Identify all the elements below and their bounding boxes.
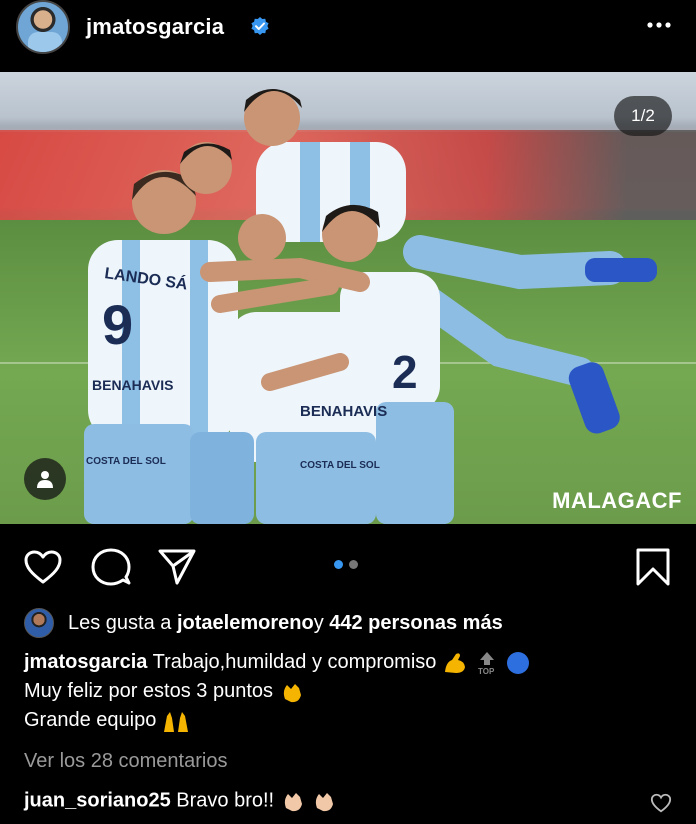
comment-username[interactable]: juan_soriano25 [24, 789, 171, 811]
svg-text:COSTA DEL SOL: COSTA DEL SOL [300, 460, 380, 471]
likes-others[interactable]: 442 personas más [329, 612, 502, 635]
comment-text: Bravo bro!! [176, 789, 275, 812]
share-button[interactable] [156, 546, 198, 588]
comment-like-icon[interactable] [650, 792, 672, 814]
top-arrow-icon: TOP [478, 651, 495, 676]
liker-avatar [24, 608, 54, 638]
likes-summary[interactable]: Les gusta a jotaelemoreno y 442 personas… [24, 606, 503, 640]
likes-middle: y [313, 611, 324, 634]
caption-line-1: Trabajo,humildad y compromiso [152, 651, 437, 673]
heart-outline-icon [24, 550, 62, 584]
clapping-hands-icon [283, 683, 301, 702]
post-header: jmatosgarcia [0, 0, 696, 72]
svg-text:2: 2 [392, 346, 418, 398]
comment-item: juan_soriano25 Bravo bro!! [24, 788, 337, 814]
verified-badge-icon [251, 17, 269, 35]
comment-bubble-icon [91, 548, 131, 586]
like-button[interactable] [22, 546, 64, 588]
liker-username[interactable]: jotaelemoreno [177, 612, 314, 635]
view-all-comments-link[interactable]: Ver los 28 comentarios [24, 750, 227, 773]
person-icon [37, 471, 53, 488]
svg-text:BENAHAVIS: BENAHAVIS [300, 403, 387, 420]
caption-line-3: Grande equipo [24, 709, 157, 731]
paper-plane-icon [158, 549, 196, 585]
caption-author[interactable]: jmatosgarcia [24, 651, 147, 673]
blue-circle-icon [507, 651, 530, 674]
svg-text:TOP: TOP [478, 667, 495, 676]
user-tags-button[interactable] [24, 458, 66, 500]
players-illustration: LANDO SÁ 9 BENAHAVIS BENAHAVIS 2 COSTA D… [84, 89, 657, 524]
carousel-indicator [334, 560, 358, 569]
svg-text:9: 9 [102, 293, 133, 356]
save-button[interactable] [632, 546, 674, 588]
post-caption: jmatosgarcia Trabajo,humildad y compromi… [24, 648, 674, 735]
flexed-biceps-icon [444, 653, 465, 673]
caption-line-2: Muy feliz por estos 3 puntos [24, 680, 274, 702]
carousel-dot [349, 560, 358, 569]
media-counter: 1/2 [614, 96, 672, 136]
comment-button[interactable] [90, 546, 132, 588]
carousel-dot-active [334, 560, 343, 569]
profile-avatar[interactable] [16, 0, 70, 54]
svg-text:BENAHAVIS: BENAHAVIS [92, 377, 173, 393]
post-photo[interactable]: LANDO SÁ 9 BENAHAVIS BENAHAVIS 2 COSTA D… [0, 72, 696, 524]
bookmark-icon [636, 548, 670, 586]
raising-hands-icon [163, 711, 188, 732]
likes-prefix: Les gusta a [68, 611, 172, 634]
clapping-hands-icon [284, 793, 302, 812]
club-watermark: MALAGACF [552, 488, 682, 513]
svg-text:COSTA DEL SOL: COSTA DEL SOL [86, 456, 166, 467]
clapping-hands-icon [316, 793, 334, 812]
post-username[interactable]: jmatosgarcia [86, 14, 224, 40]
more-horizontal-icon[interactable] [646, 20, 672, 30]
post-actions-bar [0, 524, 696, 608]
